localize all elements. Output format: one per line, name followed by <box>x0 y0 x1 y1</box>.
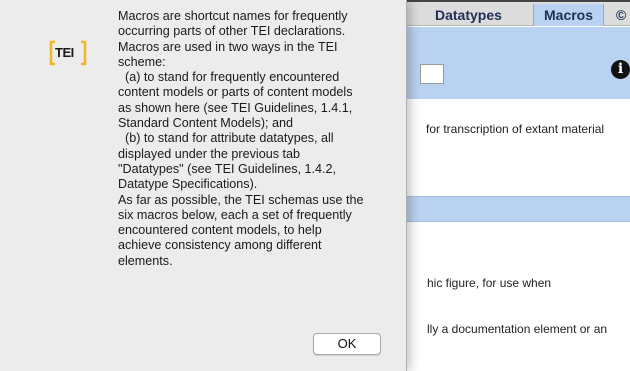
message-line: achieve consistency among different <box>118 238 322 253</box>
message-line: (a) to stand for frequently encountered <box>118 70 340 85</box>
message-line: as shown here (see TEI Guidelines, 1.4.1… <box>118 100 353 115</box>
message-line: "Datatypes" (see TEI Guidelines, 1.4.2, <box>118 161 337 176</box>
tab-macros[interactable]: Macros <box>533 4 605 26</box>
message-line: six macros below, each a set of frequent… <box>118 207 352 222</box>
message-line: Datatype Specifications). <box>118 177 258 192</box>
message-line: elements. <box>118 253 173 268</box>
ok-button[interactable]: OK <box>313 333 381 355</box>
message-line: encountered content models, to help <box>118 223 322 238</box>
message-line: scheme: <box>118 54 166 69</box>
info-dialog: TEI Macros are shortcut names for freque… <box>0 0 407 371</box>
message-line: (b) to stand for attribute datatypes, al… <box>118 131 334 146</box>
message-line: As far as possible, the TEI schemas use … <box>118 192 364 207</box>
message-line: Macros are used in two ways in the TEI <box>118 39 338 54</box>
message-line: Macros are shortcut names for frequently <box>118 9 348 23</box>
macro-description: for transcription of extant material <box>426 122 605 136</box>
message-line: displayed under the previous tab <box>118 146 301 161</box>
tab-more[interactable]: © <box>610 4 630 26</box>
dialog-message: Macros are shortcut names for frequently… <box>118 9 398 269</box>
info-icon[interactable]: i <box>611 60 630 79</box>
tei-logo: TEI <box>48 39 88 67</box>
message-line: Standard Content Models); and <box>118 116 294 131</box>
list-item-description: lly a documentation element or an <box>427 322 608 336</box>
list-item-description: hic figure, for use when <box>427 276 552 290</box>
tab-datatypes[interactable]: Datatypes <box>425 4 512 26</box>
logo-text: TEI <box>55 45 74 60</box>
message-line: occurring parts of other TEI declaration… <box>118 24 346 39</box>
macro-name-input[interactable] <box>420 64 444 84</box>
message-line: content models or parts of content model… <box>118 85 353 100</box>
